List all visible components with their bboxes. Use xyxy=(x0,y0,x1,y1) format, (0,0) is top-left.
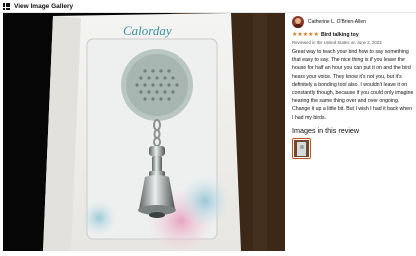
star-rating: ★ ★ ★ ★ ★ xyxy=(292,32,319,38)
review-title: Bird talking toy xyxy=(320,32,359,38)
avatar[interactable] xyxy=(292,16,304,28)
review-body: Great way to teach your bird how to say … xyxy=(292,49,414,121)
thumbnail-image xyxy=(294,139,309,157)
view-image-gallery-title[interactable]: View Image Gallery xyxy=(14,3,73,10)
review-image-thumbnail[interactable] xyxy=(292,137,311,159)
review-date: Reviewed in the United States on June 2,… xyxy=(292,40,382,45)
grid-icon[interactable] xyxy=(3,2,10,10)
brand-text: Calorday xyxy=(123,23,172,38)
review-photo[interactable]: Calorday xyxy=(3,13,285,251)
review-panel: Catherine L. O'Brien-Allen ★ ★ ★ ★ ★ Bir… xyxy=(292,14,414,159)
reviewer-row: Catherine L. O'Brien-Allen xyxy=(292,14,414,30)
star-icon: ★ xyxy=(313,32,319,38)
gallery-header: View Image Gallery xyxy=(0,0,416,12)
images-in-review-heading: Images in this review xyxy=(292,125,360,135)
product-photo-illustration: Calorday xyxy=(3,13,285,251)
reviewer-name[interactable]: Catherine L. O'Brien-Allen xyxy=(308,19,366,25)
review-title-row: ★ ★ ★ ★ ★ Bird talking toy xyxy=(292,31,414,39)
